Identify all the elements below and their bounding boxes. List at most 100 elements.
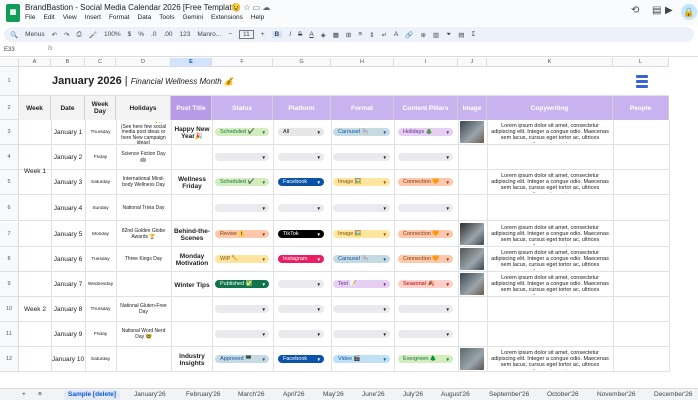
col-header[interactable]: I: [394, 58, 458, 67]
share-button[interactable]: 🔒: [681, 4, 697, 20]
platform-dropdown[interactable]: ▼: [278, 305, 324, 313]
menu-insert[interactable]: Insert: [85, 14, 101, 21]
col-header[interactable]: C: [85, 58, 116, 67]
number-format-button[interactable]: 123: [179, 31, 190, 38]
tab-april[interactable]: April'26: [283, 391, 304, 398]
tab-july[interactable]: July'26: [403, 391, 423, 398]
folder-icon[interactable]: ▭: [253, 3, 261, 12]
format-dropdown[interactable]: ▼: [333, 305, 390, 313]
font-select[interactable]: Manro...: [197, 31, 221, 38]
meet-icon[interactable]: ▶: [665, 5, 673, 16]
rotate-icon[interactable]: A: [394, 31, 398, 38]
percent-button[interactable]: %: [138, 31, 144, 38]
status-dropdown[interactable]: ▼: [215, 305, 269, 313]
tab-september[interactable]: September'26: [489, 391, 529, 398]
tab-march[interactable]: March'26: [238, 391, 265, 398]
wrap-icon[interactable]: ↵: [382, 31, 387, 39]
post-image[interactable]: [460, 348, 484, 370]
row-header[interactable]: 5: [0, 170, 19, 195]
post-image[interactable]: [460, 273, 484, 295]
cloud-icon[interactable]: ☁: [262, 3, 270, 12]
date-cell[interactable]: January 1: [51, 129, 85, 136]
format-dropdown[interactable]: Text 📝 ▼: [333, 280, 390, 288]
select-all-corner[interactable]: [0, 58, 19, 67]
menu-extensions[interactable]: Extensions: [211, 14, 243, 21]
weekday-cell[interactable]: Thursday: [85, 130, 116, 135]
format-dropdown[interactable]: Image 🖼️ ▼: [333, 178, 390, 186]
name-box[interactable]: E33: [4, 47, 15, 53]
copywriting-cell[interactable]: Lorem ipsum dolor sit amet, consectetur …: [489, 173, 611, 193]
status-dropdown[interactable]: ▼: [215, 330, 269, 338]
chart-icon[interactable]: ▥: [433, 31, 439, 39]
fill-color-icon[interactable]: ◈: [321, 31, 326, 39]
pillar-dropdown[interactable]: Holidays 🎄 ▼: [398, 128, 453, 136]
currency-button[interactable]: $: [128, 31, 132, 38]
all-sheets-icon[interactable]: ≡: [38, 391, 42, 398]
pillar-dropdown[interactable]: ▼: [398, 305, 453, 313]
tab-may[interactable]: May'26: [323, 391, 344, 398]
menus-search[interactable]: Menus: [25, 31, 45, 38]
menu-help[interactable]: Help: [251, 14, 264, 21]
post-image[interactable]: [460, 223, 484, 245]
format-dropdown[interactable]: ▼: [333, 204, 390, 212]
borders-icon[interactable]: ▦: [333, 31, 339, 39]
font-size-input[interactable]: 11: [238, 30, 254, 39]
format-dropdown[interactable]: Video 🎬 ▼: [333, 355, 390, 363]
tab-november[interactable]: November'26: [597, 391, 635, 398]
weekday-cell[interactable]: Thursday: [85, 307, 116, 312]
date-cell[interactable]: January 8: [51, 306, 85, 313]
post-title-cell[interactable]: Winter Tips: [171, 274, 212, 296]
pillar-dropdown[interactable]: ▼: [398, 153, 453, 161]
post-title-cell[interactable]: Monday Motivation: [171, 249, 212, 271]
weekday-cell[interactable]: Wednesday: [85, 282, 116, 287]
increase-decimals-button[interactable]: .00: [163, 31, 172, 38]
menu-tools[interactable]: Tools: [159, 14, 174, 21]
pillar-dropdown[interactable]: ▼: [398, 204, 453, 212]
status-dropdown[interactable]: ▼: [215, 153, 269, 161]
copywriting-cell[interactable]: [489, 148, 611, 168]
col-header[interactable]: D: [116, 58, 171, 67]
post-title-cell[interactable]: [171, 324, 212, 346]
search-icon[interactable]: 🔍: [10, 31, 18, 39]
format-dropdown[interactable]: ▼: [333, 153, 390, 161]
row-header[interactable]: 1: [0, 67, 19, 96]
row-header[interactable]: 3: [0, 120, 19, 145]
star-icon[interactable]: ☆: [243, 3, 250, 12]
status-dropdown[interactable]: WIP ✏️ ▼: [215, 255, 269, 263]
merge-icon[interactable]: ⊞: [346, 31, 351, 39]
weekday-cell[interactable]: Monday: [85, 232, 116, 237]
col-header[interactable]: H: [331, 58, 394, 67]
format-dropdown[interactable]: Carousel 🎠 ▼: [333, 128, 390, 136]
platform-dropdown[interactable]: Facebook ▼: [278, 355, 324, 363]
holiday-cell[interactable]: Science Fiction Day 🤖: [118, 147, 169, 169]
row-header[interactable]: 11: [0, 322, 19, 347]
date-cell[interactable]: January 9: [51, 331, 85, 338]
font-size-increase[interactable]: +: [261, 31, 265, 38]
platform-dropdown[interactable]: All ▼: [278, 128, 324, 136]
text-color-button[interactable]: A: [309, 31, 313, 38]
copywriting-cell[interactable]: [489, 325, 611, 345]
filter-views-icon[interactable]: ▤: [458, 31, 464, 39]
print-icon[interactable]: ⎙: [77, 31, 82, 39]
redo-icon[interactable]: ↷: [64, 31, 69, 39]
weekday-cell[interactable]: Tuesday: [85, 257, 116, 262]
row-header[interactable]: 12: [0, 347, 19, 372]
weekday-cell[interactable]: Friday: [85, 332, 116, 337]
decrease-decimals-button[interactable]: .0: [151, 31, 156, 38]
sheets-logo-icon[interactable]: ▦: [6, 4, 20, 22]
copywriting-cell[interactable]: Lorem ipsum dolor sit amet, consectetur …: [489, 225, 611, 245]
copywriting-cell[interactable]: Lorem ipsum dolor sit amet, consectetur …: [489, 250, 611, 270]
pillar-dropdown[interactable]: Evergreen 🌲 ▼: [398, 355, 453, 363]
date-cell[interactable]: January 5: [51, 231, 85, 238]
holiday-cell[interactable]: National Word Nerd Day 🤓: [118, 324, 169, 346]
col-header[interactable]: L: [613, 58, 669, 67]
menu-gemini[interactable]: Gemini: [182, 14, 203, 21]
tab-october[interactable]: October'26: [547, 391, 579, 398]
document-title[interactable]: BrandBastion - Social Media Calendar 202…: [25, 3, 238, 12]
date-cell[interactable]: January 7: [51, 281, 85, 288]
pillar-dropdown[interactable]: Connection 🧡 ▼: [398, 255, 453, 263]
tab-january[interactable]: January'26: [134, 391, 166, 398]
copywriting-cell[interactable]: [489, 300, 611, 320]
menu-file[interactable]: File: [25, 14, 35, 21]
comment-add-icon[interactable]: ⊕: [420, 31, 425, 39]
